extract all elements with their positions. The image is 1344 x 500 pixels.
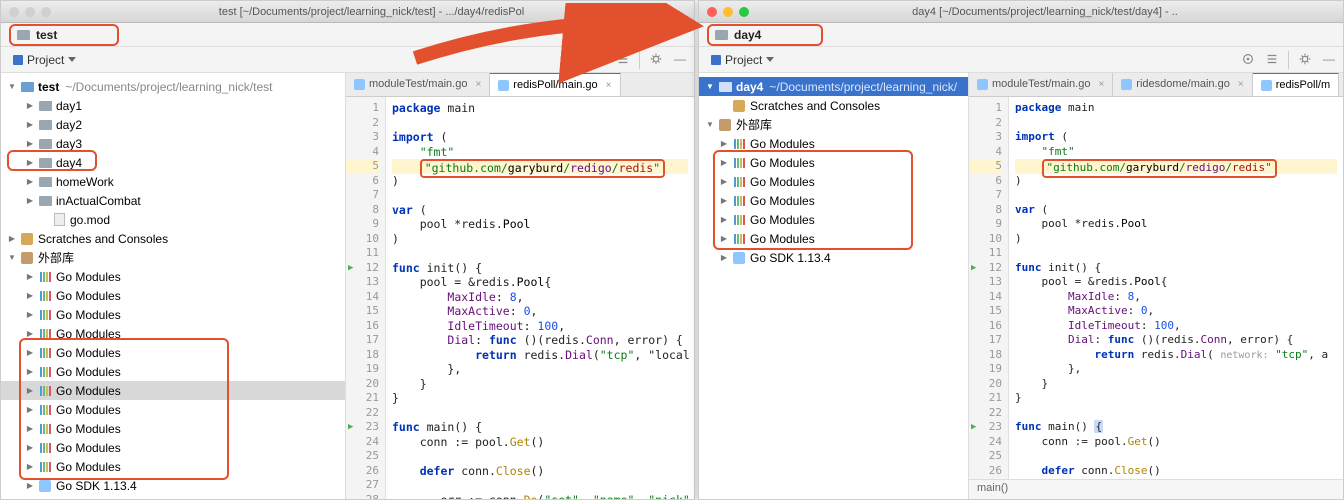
window-title: test [~/Documents/project/learning_nick/… — [57, 6, 686, 18]
tree-item[interactable]: Go Modules — [1, 400, 345, 419]
tab-redispoll[interactable]: redisPoll/main.go× — [490, 73, 620, 96]
minimize-window[interactable] — [25, 7, 35, 17]
line-gutter[interactable]: 1234567891011▶1213141516171819202122▶232… — [969, 97, 1009, 479]
breadcrumb-bar: test — [1, 23, 694, 47]
breadcrumb-root[interactable]: test — [36, 28, 57, 42]
tab-ridesdome[interactable]: ridesdome/main.go× — [1113, 73, 1252, 96]
gear-icon[interactable] — [648, 51, 664, 67]
go-file-icon — [1121, 79, 1132, 90]
project-icon — [13, 55, 23, 65]
tree-item[interactable]: Go Modules — [699, 134, 968, 153]
tree-item[interactable]: Go Modules — [1, 381, 345, 400]
editor-tabs: moduleTest/main.go× ridesdome/main.go× r… — [969, 73, 1343, 97]
tree-item[interactable]: Go Modules — [1, 419, 345, 438]
project-tree[interactable]: test~/Documents/project/learning_nick/te… — [1, 73, 346, 499]
tree-item[interactable]: Go Modules — [1, 267, 345, 286]
tab-moduletest[interactable]: moduleTest/main.go× — [346, 73, 490, 96]
close-window[interactable] — [707, 7, 717, 17]
project-icon — [711, 55, 721, 65]
breadcrumb-bar: day4 — [699, 23, 1343, 47]
close-icon[interactable]: × — [1098, 79, 1104, 90]
window-titlebar: test [~/Documents/project/learning_nick/… — [1, 1, 694, 23]
locate-icon[interactable] — [1240, 51, 1256, 67]
editor-tabs: moduleTest/main.go× redisPoll/main.go× — [346, 73, 694, 97]
chevron-down-icon — [766, 57, 774, 62]
folder-icon — [715, 30, 728, 40]
go-file-icon — [977, 79, 988, 90]
hide-icon[interactable]: — — [672, 51, 688, 67]
go-file-icon — [1261, 80, 1272, 91]
tab-redispoll[interactable]: redisPoll/m — [1253, 73, 1339, 96]
collapse-icon[interactable] — [615, 51, 631, 67]
tree-item[interactable]: Go Modules — [1, 362, 345, 381]
tree-item[interactable]: Go Modules — [699, 191, 968, 210]
code-breadcrumb[interactable]: main() — [969, 479, 1343, 499]
locate-icon[interactable] — [591, 51, 607, 67]
line-gutter[interactable]: 1234567891011▶1213141516171819202122▶232… — [346, 97, 386, 499]
project-toolbar: Project — — [699, 47, 1343, 73]
close-window[interactable] — [9, 7, 19, 17]
folder-icon — [17, 30, 30, 40]
tree-item[interactable]: Go Modules — [699, 210, 968, 229]
code-editor[interactable]: package mainimport ( "fmt" "github.com/g… — [386, 97, 694, 499]
tree-item[interactable]: Go Modules — [1, 324, 345, 343]
hide-icon[interactable]: — — [1321, 51, 1337, 67]
project-dropdown[interactable]: Project — [7, 51, 82, 69]
maximize-window[interactable] — [41, 7, 51, 17]
tree-item[interactable]: Go Modules — [699, 172, 968, 191]
project-tree[interactable]: day4~/Documents/project/learning_nick/ S… — [699, 73, 969, 499]
tree-item[interactable]: Go Modules — [699, 229, 968, 248]
maximize-window[interactable] — [739, 7, 749, 17]
minimize-window[interactable] — [723, 7, 733, 17]
go-file-icon — [354, 79, 365, 90]
chevron-down-icon — [68, 57, 76, 62]
window-title: day4 [~/Documents/project/learning_nick/… — [755, 6, 1335, 18]
go-file-icon — [498, 80, 509, 91]
project-toolbar: Project — — [1, 47, 694, 73]
tree-item[interactable]: Go Modules — [1, 438, 345, 457]
tree-item[interactable]: Go Modules — [1, 305, 345, 324]
tree-item[interactable]: Go Modules — [699, 153, 968, 172]
close-icon[interactable]: × — [606, 80, 612, 91]
close-icon[interactable]: × — [1238, 79, 1244, 90]
close-icon[interactable]: × — [475, 79, 481, 90]
tree-item[interactable]: Go Modules — [1, 457, 345, 476]
tree-item[interactable]: Go Modules — [1, 286, 345, 305]
collapse-icon[interactable] — [1264, 51, 1280, 67]
code-editor[interactable]: package mainimport ( "fmt" "github.com/g… — [1009, 97, 1343, 479]
window-titlebar: day4 [~/Documents/project/learning_nick/… — [699, 1, 1343, 23]
tree-item[interactable]: Go Modules — [1, 343, 345, 362]
gear-icon[interactable] — [1297, 51, 1313, 67]
project-dropdown[interactable]: Project — [705, 51, 780, 69]
breadcrumb-root[interactable]: day4 — [734, 28, 761, 42]
tab-moduletest[interactable]: moduleTest/main.go× — [969, 73, 1113, 96]
